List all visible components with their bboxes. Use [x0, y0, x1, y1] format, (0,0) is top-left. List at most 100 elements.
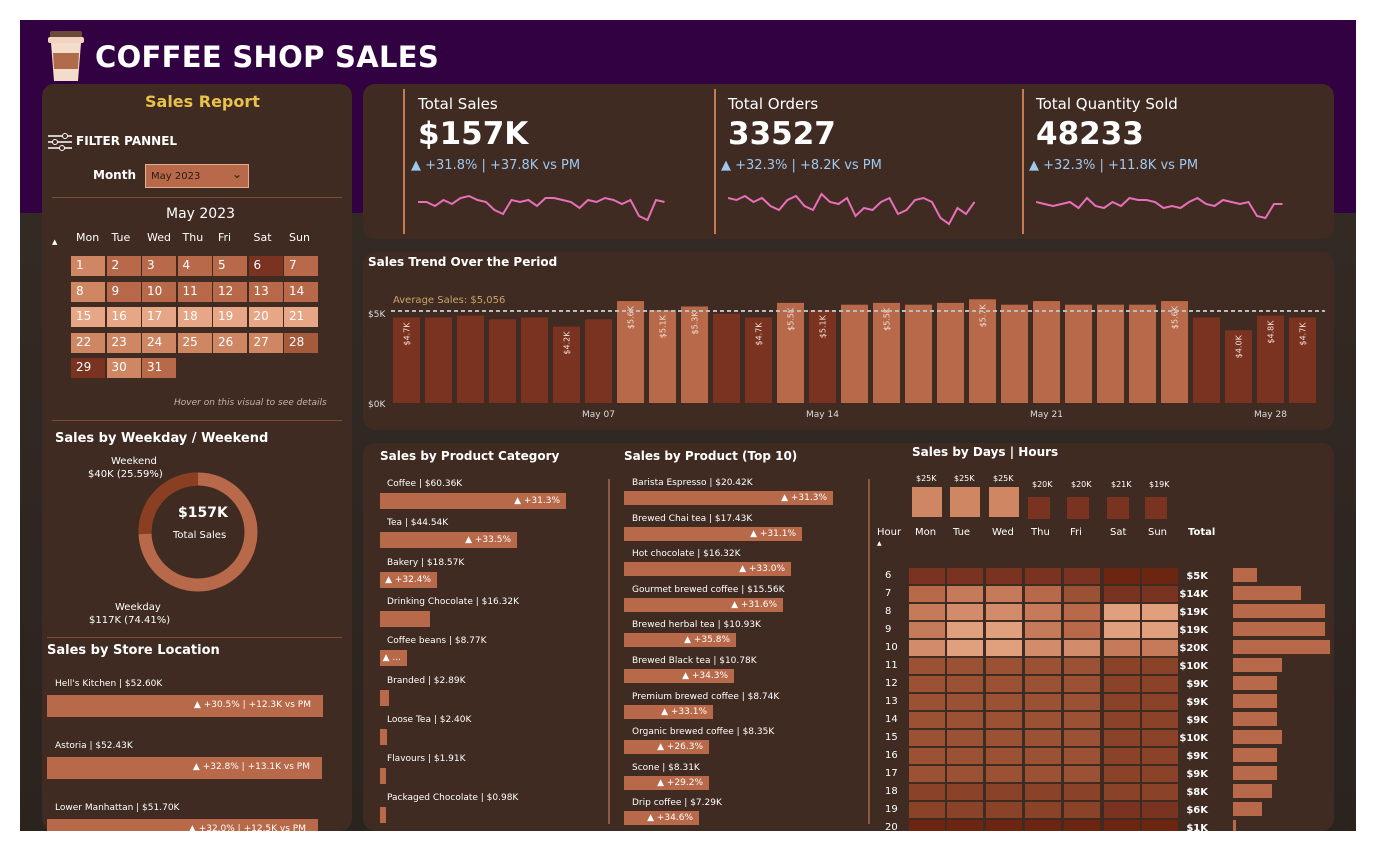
heatmap-cell[interactable] — [1063, 711, 1101, 729]
heatmap-cell[interactable] — [1063, 567, 1101, 585]
calendar-day[interactable]: 3 — [142, 256, 176, 276]
calendar-day[interactable]: 1 — [71, 256, 105, 276]
category-bar[interactable]: ▲ +33.5% — [380, 532, 517, 549]
hour-total-bar[interactable] — [1233, 802, 1262, 816]
heatmap-cell[interactable] — [908, 711, 946, 729]
hour-total-bar[interactable] — [1233, 712, 1277, 726]
category-bar[interactable]: ▲ +31.3% — [380, 493, 566, 509]
heatmap-cell[interactable] — [946, 585, 984, 603]
day-total-box[interactable] — [950, 487, 980, 517]
day-total-box[interactable] — [1107, 497, 1129, 519]
heatmap-cell[interactable] — [1024, 729, 1062, 747]
heatmap-cell[interactable] — [985, 819, 1023, 831]
heatmap-cell[interactable] — [985, 711, 1023, 729]
store-bar[interactable]: ▲ +32.0% | +12.5K vs PM — [47, 819, 318, 831]
heatmap-cell[interactable] — [1063, 603, 1101, 621]
trend-bar[interactable] — [521, 317, 548, 404]
heatmap-cell[interactable] — [1063, 801, 1101, 819]
trend-bar[interactable] — [1033, 301, 1060, 403]
trend-bar[interactable] — [713, 313, 740, 403]
heatmap-cell[interactable] — [985, 621, 1023, 639]
trend-bar[interactable] — [1097, 304, 1124, 403]
heatmap-cell[interactable] — [1063, 675, 1101, 693]
calendar-day[interactable]: 31 — [142, 358, 176, 378]
heatmap-cell[interactable] — [946, 675, 984, 693]
store-bar[interactable]: ▲ +30.5% | +12.3K vs PM — [47, 695, 323, 717]
heatmap-cell[interactable] — [908, 585, 946, 603]
hour-total-bar[interactable] — [1233, 748, 1277, 762]
heatmap-cell[interactable] — [946, 747, 984, 765]
heatmap-cell[interactable] — [1103, 783, 1141, 801]
heatmap-cell[interactable] — [1063, 585, 1101, 603]
day-total-box[interactable] — [912, 487, 942, 517]
hour-sort-icon[interactable]: ▲ — [877, 540, 882, 547]
heatmap-cell[interactable] — [946, 819, 984, 831]
heatmap-cell[interactable] — [985, 693, 1023, 711]
heatmap-cell[interactable] — [908, 675, 946, 693]
heatmap-cell[interactable] — [1024, 747, 1062, 765]
heatmap-cell[interactable] — [908, 621, 946, 639]
calendar-day[interactable]: 2 — [106, 256, 141, 276]
day-total-box[interactable] — [1028, 497, 1050, 519]
day-total-box[interactable] — [1067, 497, 1089, 519]
product-bar[interactable]: ▲ +31.1% — [624, 526, 802, 541]
heatmap-cell[interactable] — [1024, 765, 1062, 783]
calendar-day[interactable]: 20 — [248, 307, 283, 327]
category-bar[interactable] — [380, 768, 386, 785]
heatmap-cell[interactable] — [1103, 711, 1141, 729]
calendar-day[interactable]: 17 — [142, 307, 176, 327]
heatmap-cell[interactable] — [985, 801, 1023, 819]
heatmap-cell[interactable] — [946, 765, 984, 783]
product-bar[interactable]: ▲ +26.3% — [624, 740, 709, 755]
calendar-day[interactable]: 11 — [177, 281, 212, 302]
heatmap-cell[interactable] — [1024, 675, 1062, 693]
hour-total-bar[interactable] — [1233, 568, 1257, 582]
hour-total-bar[interactable] — [1233, 586, 1301, 600]
day-total-box[interactable] — [1145, 497, 1167, 519]
heatmap-cell[interactable] — [1103, 603, 1141, 621]
calendar-day[interactable]: 27 — [248, 332, 283, 353]
hour-total-bar[interactable] — [1233, 730, 1282, 744]
heatmap-cell[interactable] — [946, 783, 984, 801]
heatmap-cell[interactable] — [1103, 765, 1141, 783]
heatmap-cell[interactable] — [1103, 819, 1141, 831]
category-bar[interactable] — [380, 610, 430, 627]
heatmap-cell[interactable] — [1063, 621, 1101, 639]
calendar-day[interactable]: 13 — [248, 281, 283, 302]
calendar-day[interactable]: 23 — [106, 332, 141, 353]
heatmap-cell[interactable] — [1024, 711, 1062, 729]
calendar-day[interactable]: 8 — [71, 281, 105, 302]
trend-bar[interactable] — [425, 317, 452, 404]
heatmap-cell[interactable] — [985, 603, 1023, 621]
calendar-day[interactable]: 22 — [71, 332, 105, 353]
calendar-day[interactable]: 25 — [177, 332, 212, 353]
hour-total-bar[interactable] — [1233, 604, 1325, 618]
heatmap-cell[interactable] — [1024, 639, 1062, 657]
heatmap-cell[interactable] — [908, 603, 946, 621]
calendar-day[interactable]: 5 — [213, 256, 247, 276]
heatmap-cell[interactable] — [908, 639, 946, 657]
calendar-day[interactable]: 21 — [284, 307, 318, 327]
kpi-sparkline[interactable] — [728, 190, 978, 230]
heatmap-cell[interactable] — [1024, 783, 1062, 801]
heatmap-cell[interactable] — [1063, 765, 1101, 783]
heatmap-cell[interactable] — [1103, 747, 1141, 765]
heatmap-cell[interactable] — [1024, 819, 1062, 831]
heatmap-cell[interactable] — [1103, 657, 1141, 675]
calendar-day[interactable]: 19 — [213, 307, 247, 327]
calendar-day[interactable]: 29 — [71, 358, 105, 378]
heatmap-cell[interactable] — [1024, 657, 1062, 675]
calendar-day[interactable]: 24 — [142, 332, 176, 353]
heatmap-cell[interactable] — [946, 693, 984, 711]
calendar-day[interactable]: 7 — [284, 256, 318, 276]
calendar-day[interactable]: 14 — [284, 281, 318, 302]
heatmap-cell[interactable] — [1063, 639, 1101, 657]
store-bar[interactable]: ▲ +32.8% | +13.1K vs PM — [47, 757, 322, 779]
heatmap-cell[interactable] — [1103, 639, 1141, 657]
heatmap-cell[interactable] — [908, 819, 946, 831]
heatmap-cell[interactable] — [946, 567, 984, 585]
heatmap-cell[interactable] — [946, 603, 984, 621]
calendar-day[interactable]: 10 — [142, 281, 176, 302]
heatmap-cell[interactable] — [908, 693, 946, 711]
heatmap-cell[interactable] — [1024, 603, 1062, 621]
